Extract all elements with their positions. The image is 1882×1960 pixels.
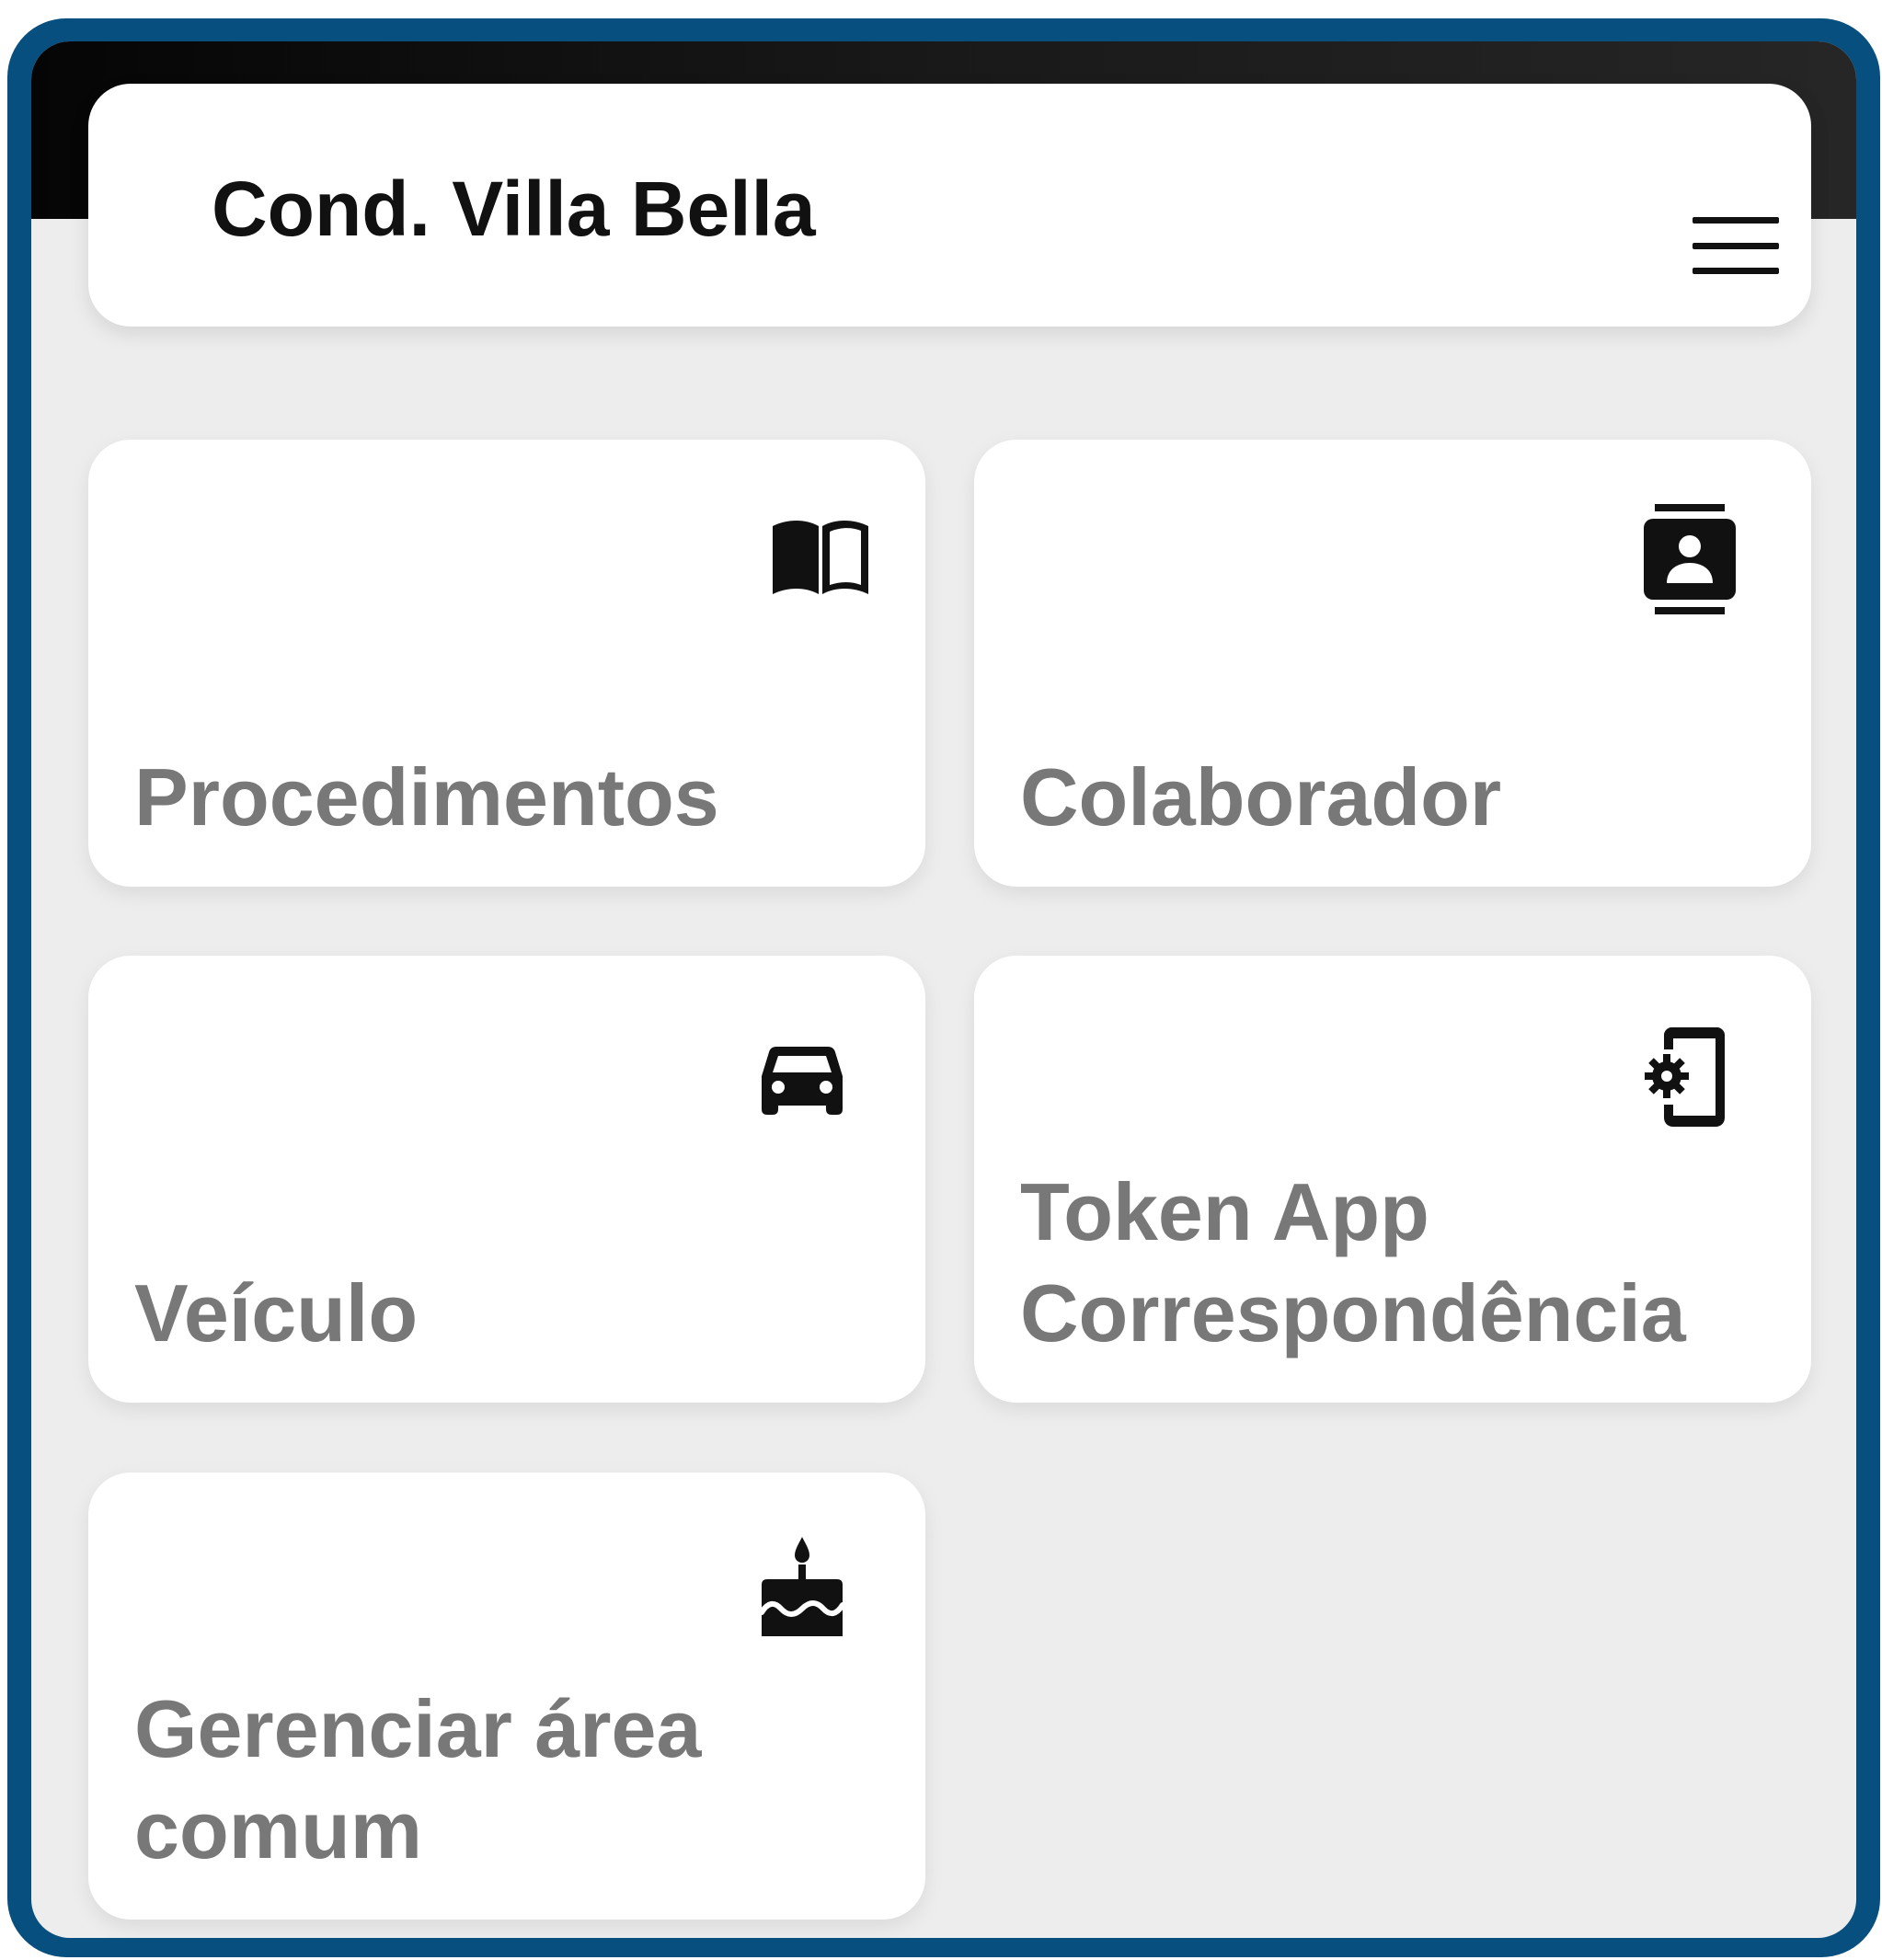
tile-label-gerenciar-area-comum: Gerenciar área comum [134, 1683, 702, 1875]
cake-icon [760, 1537, 844, 1636]
tile-label-procedimentos: Procedimentos [134, 751, 719, 842]
tile-label-token-app-correspondencia: Token App Correspondência [1020, 1166, 1686, 1358]
car-icon [762, 1047, 843, 1115]
tile-veiculo[interactable]: Veículo [88, 956, 925, 1403]
tile-procedimentos[interactable]: Procedimentos [88, 440, 925, 887]
tile-token-app-correspondencia[interactable]: Token App Correspondência [974, 956, 1811, 1403]
app-screen: Cond. Villa Bella Procedimentos Colabora… [31, 41, 1856, 1938]
app-title: Cond. Villa Bella [212, 166, 816, 252]
device-frame: Cond. Villa Bella Procedimentos Colabora… [7, 18, 1880, 1957]
contact-badge-icon [1644, 504, 1736, 614]
book-open-icon [773, 521, 868, 594]
menu-button[interactable] [1693, 217, 1779, 274]
tile-colaborador[interactable]: Colaborador [974, 440, 1811, 887]
phone-settings-icon [1645, 1027, 1725, 1127]
tile-label-colaborador: Colaborador [1020, 751, 1502, 842]
tile-gerenciar-area-comum[interactable]: Gerenciar área comum [88, 1473, 925, 1920]
tile-label-veiculo: Veículo [134, 1267, 419, 1358]
app-bar: Cond. Villa Bella [88, 84, 1811, 327]
